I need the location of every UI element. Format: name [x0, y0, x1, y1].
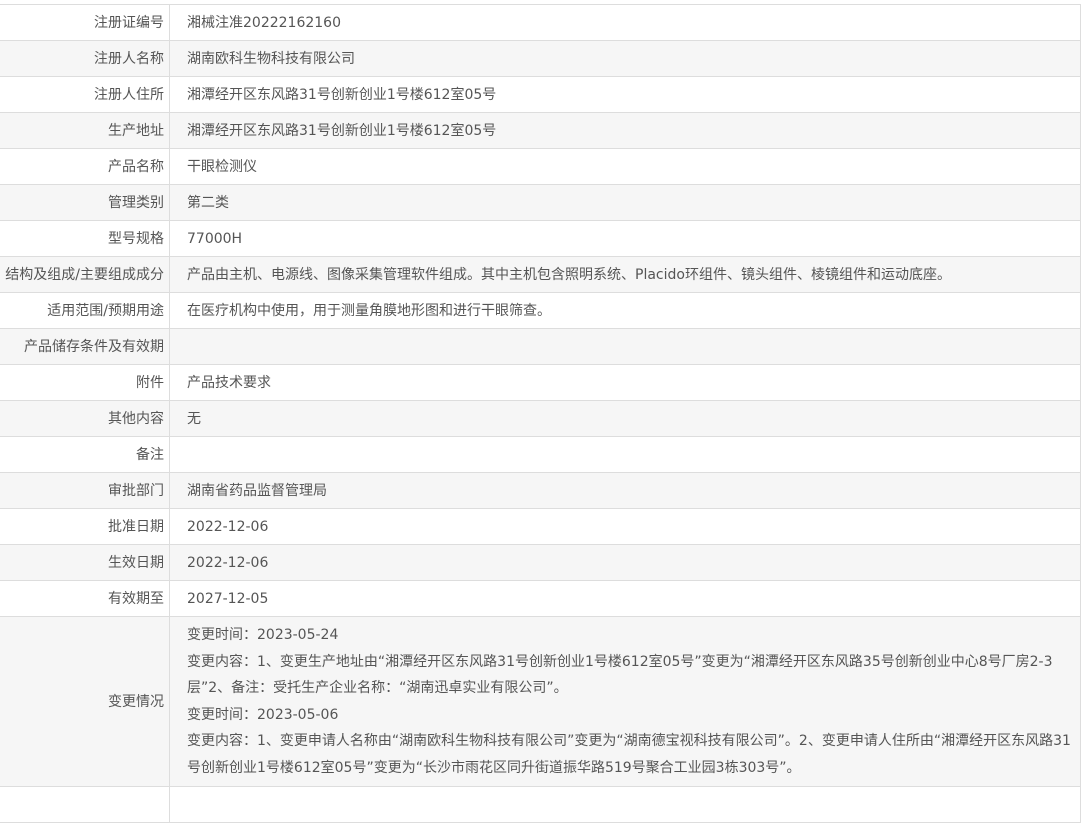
row-value: 湘械注准20222162160: [169, 4, 1081, 41]
row-label: 批准日期: [0, 508, 170, 545]
table-row: 附件 产品技术要求: [0, 364, 1081, 401]
change-content: 变更内容：1、变更申请人名称由“湖南欧科生物科技有限公司”变更为“湖南德宝视科技…: [187, 733, 1071, 776]
row-label: 适用范围/预期用途: [0, 292, 170, 329]
change-history-row: 变更情况 变更时间：2023-05-24 变更内容：1、变更生产地址由“湘潭经开…: [0, 616, 1081, 787]
table-row: 生效日期 2022-12-06: [0, 544, 1081, 581]
table-row: 注册证编号 湘械注准20222162160: [0, 4, 1081, 41]
row-value: 产品由主机、电源线、图像采集管理软件组成。其中主机包含照明系统、Placido环…: [169, 256, 1081, 293]
table-row: 其他内容无: [0, 400, 1081, 437]
registration-detail-table: 注册证编号 湘械注准20222162160 注册人名称 湖南欧科生物科技有限公司 注…: [0, 4, 1081, 823]
row-value: [169, 328, 1081, 365]
row-value: 无: [169, 400, 1081, 437]
row-label: 型号规格: [0, 220, 170, 257]
change-time: 变更时间：2023-05-06: [187, 706, 339, 723]
row-label: 有效期至: [0, 580, 170, 617]
table-row: 生产地址 湘潭经开区东风路31号创新创业1号楼612室05号: [0, 112, 1081, 149]
row-value: 产品技术要求: [169, 364, 1081, 401]
table-row: 管理类别 第二类: [0, 184, 1081, 221]
table-row: [0, 786, 1081, 823]
table-row: 有效期至 2027-12-05: [0, 580, 1081, 617]
table-row: 适用范围/预期用途 在医疗机构中使用，用于测量角膜地形图和进行干眼筛查。: [0, 292, 1081, 329]
row-value: 湘潭经开区东风路31号创新创业1号楼612室05号: [169, 76, 1081, 113]
table-row: 备注: [0, 436, 1081, 473]
row-label: 生产地址: [0, 112, 170, 149]
row-label: 其他内容: [0, 400, 170, 437]
row-label: 注册证编号: [0, 4, 170, 41]
row-value: 在医疗机构中使用，用于测量角膜地形图和进行干眼筛查。: [169, 292, 1081, 329]
row-label: 产品名称: [0, 148, 170, 185]
change-history-content: 变更时间：2023-05-24 变更内容：1、变更生产地址由“湘潭经开区东风路3…: [169, 616, 1081, 787]
table-row: 型号规格 77000H: [0, 220, 1081, 257]
table-row: 注册人住所 湘潭经开区东风路31号创新创业1号楼612室05号: [0, 76, 1081, 113]
row-label: 注册人住所: [0, 76, 170, 113]
row-value: 2022-12-06: [169, 544, 1081, 581]
row-label: 附件: [0, 364, 170, 401]
row-label: 备注: [0, 436, 170, 473]
row-value: 湖南欧科生物科技有限公司: [169, 40, 1081, 77]
table-row: 批准日期 2022-12-06: [0, 508, 1081, 545]
change-history-label: 变更情况: [0, 616, 170, 787]
row-label: 审批部门: [0, 472, 170, 509]
row-value: 77000H: [169, 220, 1081, 257]
table-row: 审批部门 湖南省药品监督管理局: [0, 472, 1081, 509]
row-label: 注册人名称: [0, 40, 170, 77]
row-value: 第二类: [169, 184, 1081, 221]
row-label: 管理类别: [0, 184, 170, 221]
change-time: 变更时间：2023-05-24: [187, 627, 339, 643]
table-row: 产品名称 干眼检测仪: [0, 148, 1081, 185]
row-label: [0, 786, 170, 823]
row-label: 产品储存条件及有效期: [0, 328, 170, 365]
row-value: 湖南省药品监督管理局: [169, 472, 1081, 509]
row-value: 湘潭经开区东风路31号创新创业1号楼612室05号: [169, 112, 1081, 149]
row-label: 结构及组成/主要组成成分: [0, 256, 170, 293]
row-value: 2022-12-06: [169, 508, 1081, 545]
table-row: 注册人名称 湖南欧科生物科技有限公司: [0, 40, 1081, 77]
change-content: 变更内容：1、变更生产地址由“湘潭经开区东风路31号创新创业1号楼612室05号…: [187, 653, 1053, 697]
row-label: 生效日期: [0, 544, 170, 581]
table-row: 产品储存条件及有效期: [0, 328, 1081, 365]
row-value: 2027-12-05: [169, 580, 1081, 617]
row-value: [169, 786, 1081, 823]
table-row: 结构及组成/主要组成成分 产品由主机、电源线、图像采集管理软件组成。其中主机包含照…: [0, 256, 1081, 293]
row-value: 干眼检测仪: [169, 148, 1081, 185]
row-value: [169, 436, 1081, 473]
